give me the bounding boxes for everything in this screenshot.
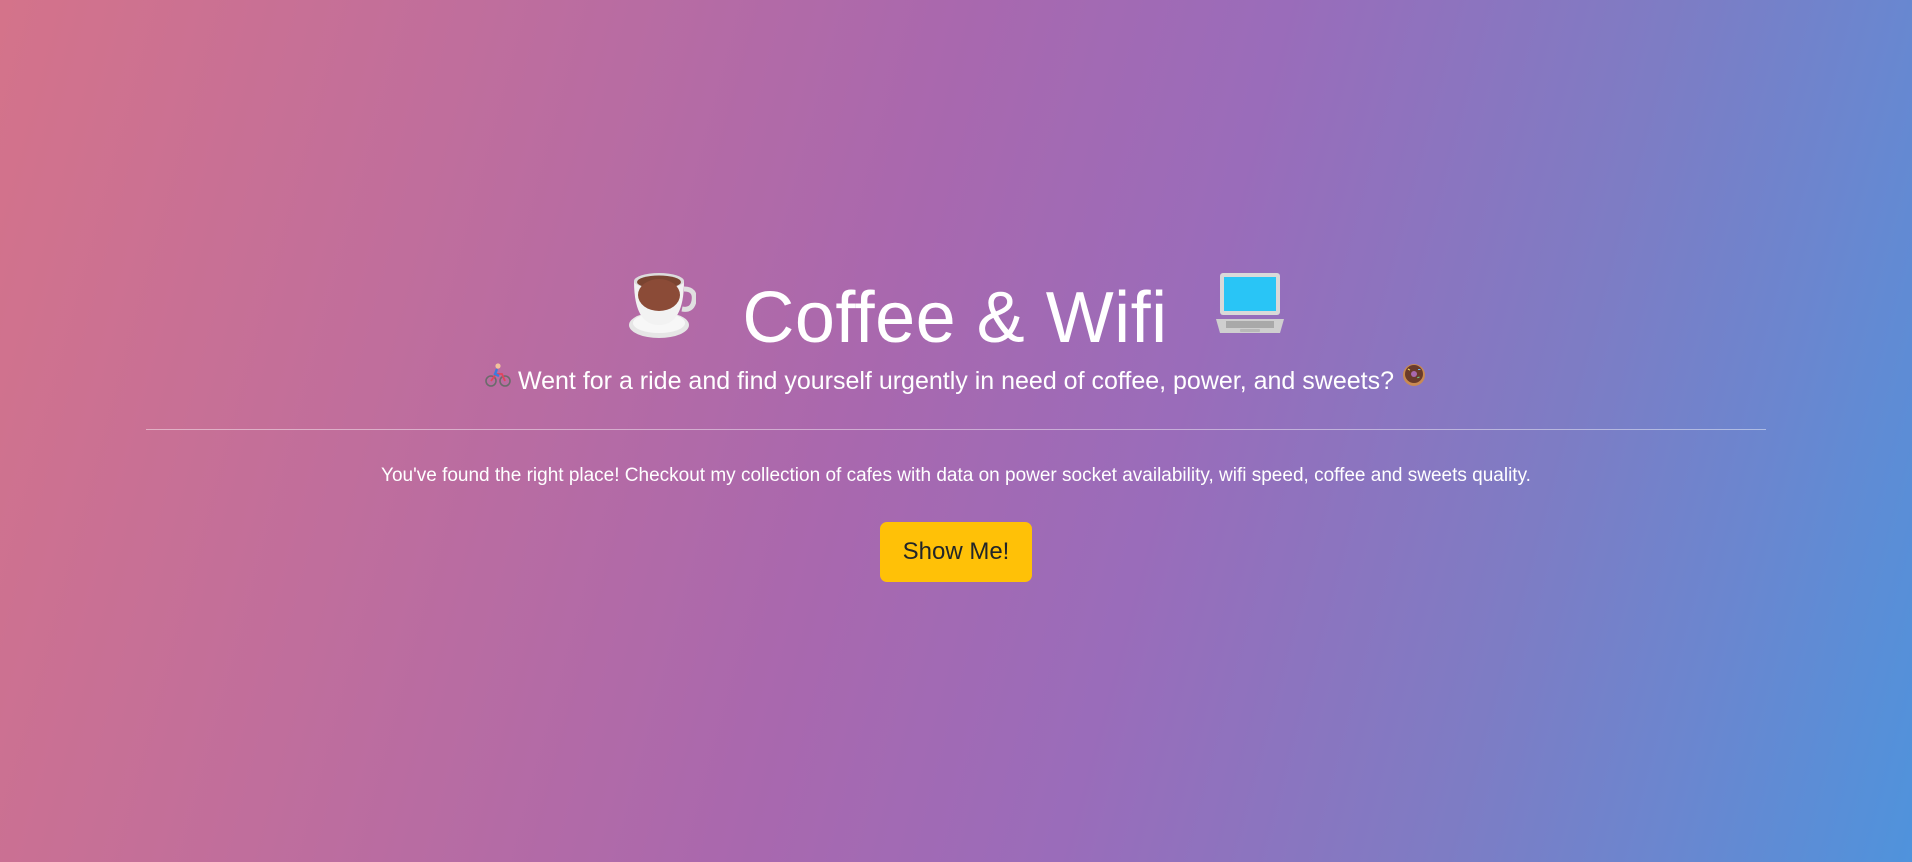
hero-section: Coffee & Wifi Went for a ride and find y… — [0, 0, 1912, 862]
donut-icon — [1401, 364, 1427, 400]
laptop-icon — [1214, 271, 1286, 364]
title-text: Coffee & Wifi — [742, 277, 1168, 358]
subtitle-text: Went for a ride and find yourself urgent… — [517, 367, 1394, 395]
show-me-button[interactable]: Show Me! — [880, 522, 1032, 582]
cyclist-icon — [485, 363, 511, 400]
divider — [146, 429, 1766, 430]
page-title: Coffee & Wifi — [0, 268, 1912, 366]
page-subtitle: Went for a ride and find yourself urgent… — [0, 363, 1912, 400]
coffee-cup-icon — [626, 269, 697, 366]
lead-paragraph: You've found the right place! Checkout m… — [381, 465, 1531, 486]
